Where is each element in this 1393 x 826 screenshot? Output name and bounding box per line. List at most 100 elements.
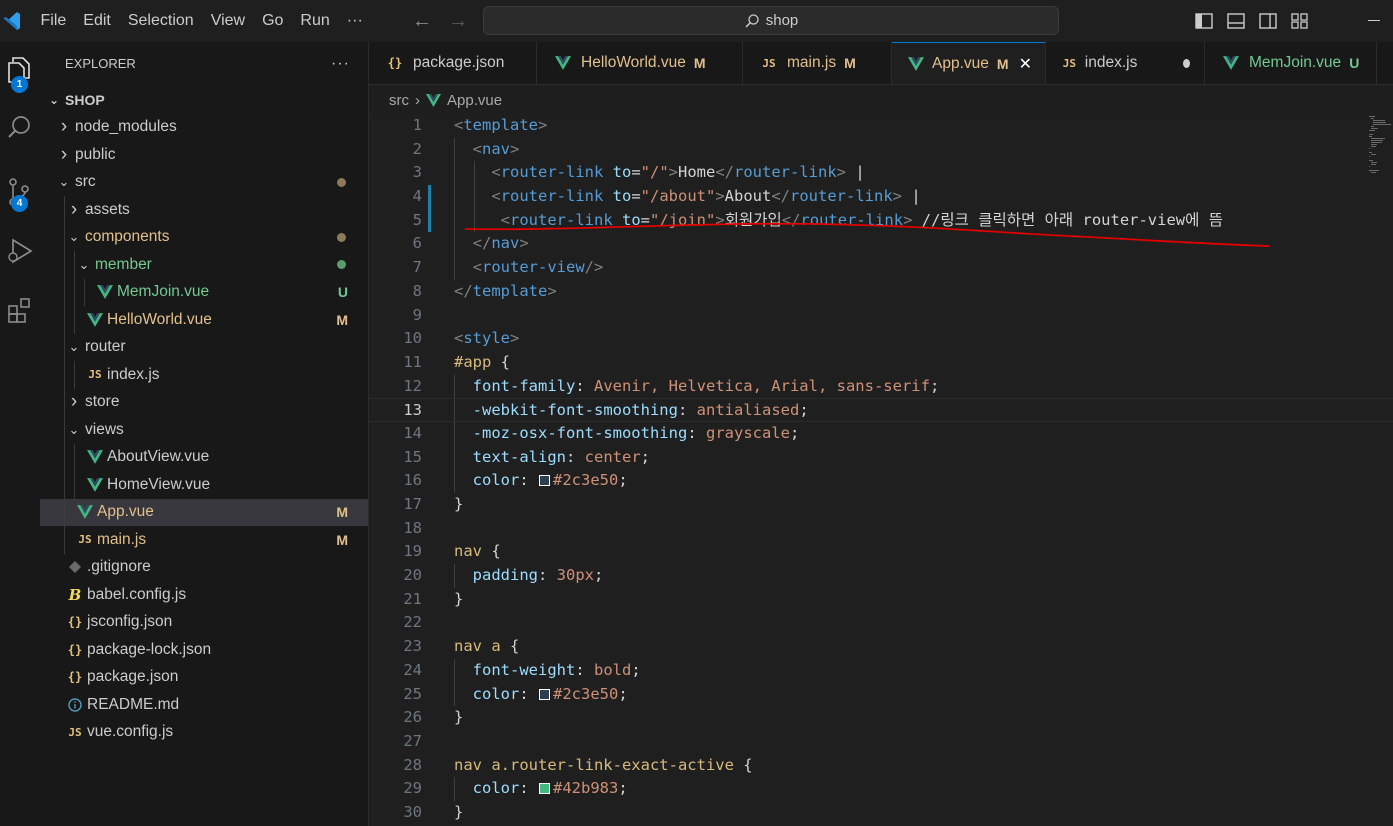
tab-memjoin-vue[interactable]: MemJoin.vue U bbox=[1205, 42, 1377, 84]
breadcrumb-folder[interactable]: src bbox=[389, 92, 409, 109]
breadcrumb-file[interactable]: App.vue bbox=[447, 92, 502, 109]
code-text: } bbox=[454, 589, 464, 608]
code-line[interactable]: 22 bbox=[369, 611, 1393, 635]
code-line[interactable]: 11 #app { bbox=[369, 351, 1393, 375]
folder-assets[interactable]: › assets bbox=[40, 196, 368, 224]
folder-src[interactable]: ⌄ src bbox=[40, 169, 368, 197]
code-line[interactable]: 6 </nav> bbox=[369, 232, 1393, 257]
code-line[interactable]: 4 <router-link to="/about">About</router… bbox=[369, 185, 1393, 209]
code-line[interactable]: 14 -moz-osx-font-smoothing: grayscale; bbox=[369, 421, 1393, 446]
file-main-js[interactable]: JS main.js M bbox=[40, 526, 368, 554]
code-line[interactable]: 1 <template> bbox=[369, 114, 1393, 138]
code-line[interactable]: 12 font-family: Avenir, Helvetica, Arial… bbox=[369, 374, 1393, 399]
toggle-secondary-sidebar-icon[interactable] bbox=[1258, 12, 1278, 30]
code-line[interactable]: 7 <router-view/> bbox=[369, 256, 1393, 280]
file-aboutview-vue[interactable]: AboutView.vue bbox=[40, 443, 368, 471]
vue-file-icon bbox=[75, 505, 95, 520]
line-number: 27 bbox=[403, 731, 422, 750]
folder-store[interactable]: › store bbox=[40, 388, 368, 416]
code-line[interactable]: 8 </template> bbox=[369, 280, 1393, 304]
code-line[interactable]: 24 font-weight: bold; bbox=[369, 658, 1393, 683]
toggle-panel-icon[interactable] bbox=[1226, 12, 1246, 30]
code-line[interactable]: 25 color: #2c3e50; bbox=[369, 682, 1393, 707]
folder-node-modules[interactable]: › node_modules bbox=[40, 114, 368, 142]
code-line[interactable]: 5 <router-link to="/join">회원가입</router-l… bbox=[369, 208, 1393, 233]
code-line[interactable]: 16 color: #2c3e50; bbox=[369, 469, 1393, 493]
code-text: nav a.router-link-exact-active { bbox=[454, 755, 753, 774]
file-helloworld-vue[interactable]: HelloWorld.vue M bbox=[40, 306, 368, 334]
search-activity[interactable] bbox=[0, 104, 40, 152]
file-jsconfig-json[interactable]: {} jsconfig.json bbox=[40, 609, 368, 637]
file-vue-config-js[interactable]: JS vue.config.js bbox=[40, 719, 368, 747]
file-index-js[interactable]: JS index.js bbox=[40, 361, 368, 389]
menu-item-view[interactable]: View bbox=[202, 0, 253, 42]
code-line[interactable]: 23 nav a { bbox=[369, 635, 1393, 659]
file-tree: ⌄ SHOP › node_modules › public ⌄ src › assets ⌄ c… bbox=[40, 86, 368, 746]
source-control-activity[interactable]: 4 bbox=[0, 168, 40, 216]
tab-main-js[interactable]: JS main.js M bbox=[743, 42, 892, 84]
minimap[interactable] bbox=[1369, 114, 1391, 174]
line-number: 14 bbox=[403, 423, 422, 442]
git-file-icon bbox=[65, 561, 85, 574]
code-line[interactable]: 9 bbox=[369, 304, 1393, 328]
code-line[interactable]: 28 nav a.router-link-exact-active { bbox=[369, 754, 1393, 778]
file-package-json[interactable]: {} package.json bbox=[40, 664, 368, 692]
tab-app-vue[interactable]: App.vue M ✕ bbox=[892, 42, 1046, 84]
file-babel-config-js[interactable]: Bbabel.config.js bbox=[40, 581, 368, 609]
code-line[interactable]: 29 color: #42b983; bbox=[369, 777, 1393, 801]
menu-item-more[interactable]: ··· bbox=[338, 0, 371, 42]
code-line[interactable]: 3 <router-link to="/">Home</router-link>… bbox=[369, 161, 1393, 186]
code-line[interactable]: 21} bbox=[369, 588, 1393, 612]
code-line[interactable]: 26} bbox=[369, 706, 1393, 730]
menu-item-run[interactable]: Run bbox=[292, 0, 338, 42]
folder-components[interactable]: ⌄ components bbox=[40, 223, 368, 251]
menu-item-go[interactable]: Go bbox=[254, 0, 292, 42]
more-tabs-icon[interactable]: ⫶ bbox=[1377, 42, 1393, 84]
back-arrow-icon[interactable]: ← bbox=[412, 10, 432, 33]
file-readme-md[interactable]: README.md bbox=[40, 691, 368, 719]
code-text: <router-link to="/about">About</router-l… bbox=[491, 187, 921, 206]
toggle-primary-sidebar-icon[interactable] bbox=[1194, 12, 1214, 30]
command-center-search[interactable]: shop bbox=[483, 6, 1059, 35]
tab-helloworld-vue[interactable]: HelloWorld.vue M bbox=[537, 42, 743, 84]
unsaved-dot-icon[interactable] bbox=[1183, 58, 1190, 68]
code-line[interactable]: 15 text-align: center; bbox=[369, 445, 1393, 470]
folder-member[interactable]: ⌄ member bbox=[40, 251, 368, 279]
line-number: 8 bbox=[412, 281, 422, 300]
menu-item-file[interactable]: File bbox=[32, 0, 75, 42]
code-editor[interactable]: 1 <template> 2 <nav> 3 <router-link to="/">… bbox=[369, 114, 1393, 826]
forward-arrow-icon[interactable]: → bbox=[448, 10, 468, 33]
folder-views[interactable]: ⌄ views bbox=[40, 416, 368, 444]
menu-item-selection[interactable]: Selection bbox=[119, 0, 202, 42]
line-number: 24 bbox=[403, 660, 422, 679]
tab-package-json[interactable]: {} package.json bbox=[369, 42, 537, 84]
code-line[interactable]: 20 padding: 30px; bbox=[369, 564, 1393, 588]
file-app-vue[interactable]: App.vue M bbox=[40, 498, 368, 526]
tab-index-js[interactable]: JS index.js bbox=[1046, 42, 1205, 84]
code-line[interactable]: 30} bbox=[369, 801, 1393, 825]
file-memjoin-vue[interactable]: MemJoin.vue U bbox=[40, 278, 368, 306]
code-line[interactable]: 19 nav { bbox=[369, 540, 1393, 564]
explorer-more-icon[interactable]: ··· bbox=[331, 55, 350, 73]
code-line[interactable]: 13 -webkit-font-smoothing: antialiased; bbox=[369, 398, 1393, 422]
code-line[interactable]: 10 <style> bbox=[369, 327, 1393, 351]
file-package-lock-json[interactable]: {} package-lock.json bbox=[40, 636, 368, 664]
folder-public[interactable]: › public bbox=[40, 141, 368, 169]
folder-router[interactable]: ⌄ router bbox=[40, 333, 368, 361]
file-homeview-vue[interactable]: HomeView.vue bbox=[40, 471, 368, 499]
explorer-activity[interactable]: 1 bbox=[0, 46, 40, 94]
code-line[interactable]: 17} bbox=[369, 493, 1393, 517]
customize-layout-icon[interactable] bbox=[1290, 12, 1310, 30]
run-debug-activity[interactable] bbox=[0, 227, 40, 275]
code-line[interactable]: 27 bbox=[369, 730, 1393, 754]
close-icon[interactable]: ✕ bbox=[1019, 54, 1032, 74]
minimize-window-icon[interactable] bbox=[1368, 20, 1380, 21]
indent-guide bbox=[84, 278, 85, 306]
extensions-activity[interactable] bbox=[0, 286, 40, 334]
code-text: text-align: center; bbox=[472, 447, 651, 466]
code-line[interactable]: 2 <nav> bbox=[369, 137, 1393, 162]
file-gitignore[interactable]: .gitignore bbox=[40, 554, 368, 582]
menu-item-edit[interactable]: Edit bbox=[75, 0, 120, 42]
code-line[interactable]: 18 bbox=[369, 517, 1393, 541]
workspace-root[interactable]: ⌄ SHOP bbox=[40, 86, 368, 114]
